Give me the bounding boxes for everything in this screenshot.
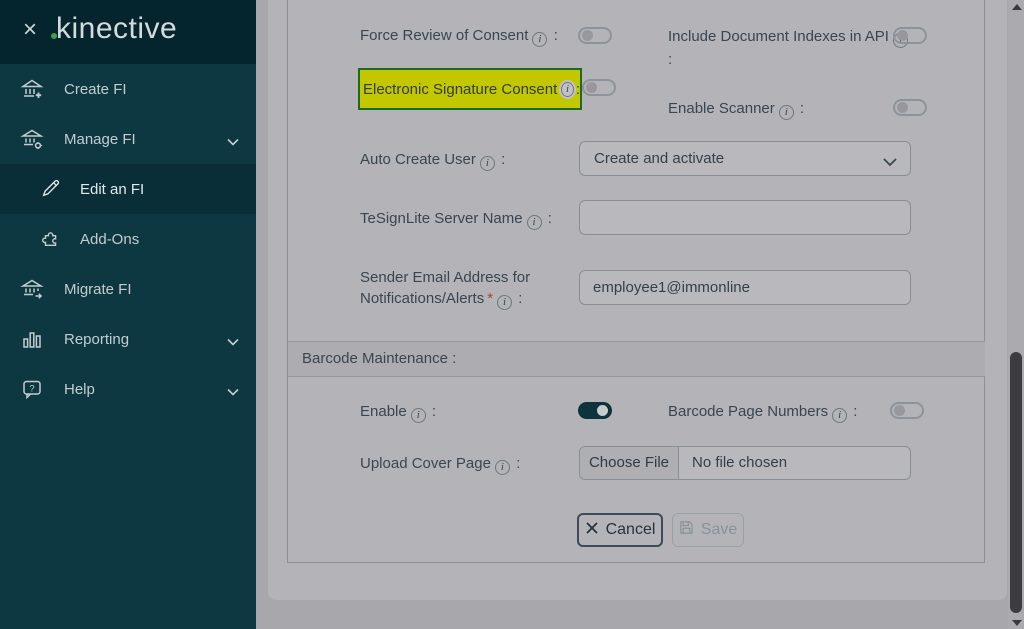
sidebar-item-help[interactable]: ? Help (0, 364, 256, 414)
bar-chart-icon (20, 327, 44, 351)
sidebar-item-label: Reporting (64, 331, 130, 348)
sidebar-item-label: Migrate FI (64, 281, 132, 298)
info-icon[interactable]: i (526, 215, 542, 230)
chevron-down-icon (226, 134, 240, 146)
force-review-label: Force Review of Consent i : (360, 27, 558, 47)
tesignlite-input[interactable] (579, 200, 911, 235)
include-doc-indexes-toggle[interactable] (893, 27, 927, 44)
file-status-text: No file chosen (692, 454, 788, 471)
include-doc-indexes-colon: : (668, 51, 673, 68)
esign-consent-toggle[interactable] (582, 79, 616, 96)
sidebar-item-label: Manage FI (64, 131, 136, 148)
info-icon[interactable]: i (532, 32, 548, 47)
info-icon[interactable]: i (832, 408, 848, 423)
help-bubble-icon: ? (20, 377, 44, 401)
barcode-enable-toggle[interactable] (578, 402, 612, 419)
esign-consent-highlight: Electronic Signature Consent i : (358, 68, 582, 110)
toggle-knob (894, 405, 905, 416)
close-icon[interactable]: × (18, 18, 42, 42)
puzzle-icon (40, 227, 64, 251)
info-icon[interactable]: i (561, 81, 574, 97)
info-icon[interactable]: i (479, 156, 495, 171)
toggle-knob (897, 102, 908, 113)
sender-email-input[interactable] (579, 270, 911, 305)
sidebar-item-label: Help (64, 381, 95, 398)
barcode-page-numbers-toggle[interactable] (890, 402, 924, 419)
chevron-down-icon (882, 154, 898, 167)
sidebar-item-add-ons[interactable]: Add-Ons (0, 214, 256, 264)
bank-arrow-icon (20, 277, 44, 301)
section-title: Barcode Maintenance : (302, 350, 457, 367)
esign-consent-label: Electronic Signature Consent (363, 80, 558, 98)
selected-value: Create and activate (594, 150, 725, 167)
save-disk-icon (679, 520, 694, 540)
toggle-knob (597, 405, 608, 416)
sidebar-item-manage-fi[interactable]: Manage FI (0, 114, 256, 164)
upload-cover-page-label: Upload Cover Page i : (360, 455, 521, 475)
enable-scanner-label: Enable Scanner i : (668, 100, 805, 120)
info-icon[interactable]: i (778, 105, 794, 120)
auto-create-user-label: Auto Create User i : (360, 151, 506, 171)
info-icon[interactable]: i (494, 460, 510, 475)
auto-create-user-select[interactable]: Create and activate (579, 141, 911, 176)
scroll-up-icon[interactable] (1012, 4, 1022, 10)
choose-file-button[interactable]: Choose File (580, 447, 679, 479)
barcode-enable-label: Enable i : (360, 403, 437, 423)
close-icon (585, 521, 599, 540)
save-button[interactable]: Save (672, 513, 744, 547)
required-asterisk: * (487, 290, 494, 307)
chevron-down-icon (226, 334, 240, 346)
info-icon[interactable]: i (410, 408, 426, 423)
include-doc-indexes-label: Include Document Indexes in APIi (668, 28, 910, 48)
logo-green-dot-icon (51, 33, 57, 39)
sidebar-item-label: Add-Ons (80, 231, 140, 248)
sidebar-item-edit-an-fi[interactable]: Edit an FI (0, 164, 256, 214)
scrollbar-thumb[interactable] (1010, 352, 1022, 613)
pencil-icon (40, 177, 64, 201)
cancel-button[interactable]: Cancel (577, 513, 663, 547)
info-icon[interactable]: i (497, 295, 513, 310)
force-review-toggle[interactable] (578, 27, 612, 44)
upload-cover-file-input: Choose File No file chosen (579, 446, 911, 480)
barcode-maintenance-section-header: Barcode Maintenance : (288, 341, 985, 377)
sidebar-item-migrate-fi[interactable]: Migrate FI (0, 264, 256, 314)
toggle-knob (897, 30, 908, 41)
bank-gear-icon (20, 127, 44, 151)
logo: kinective (56, 12, 178, 45)
sidebar-item-reporting[interactable]: Reporting (0, 314, 256, 364)
enable-scanner-toggle[interactable] (893, 99, 927, 116)
bank-plus-icon (20, 77, 44, 101)
tesignlite-label: TeSignLite Server Name i : (360, 210, 552, 230)
app-root: × kinective Create FI Manage FI Edit an … (0, 0, 1024, 629)
sidebar-header: × kinective (0, 0, 256, 64)
scroll-down-icon[interactable] (1012, 620, 1022, 626)
sender-email-label-line1: Sender Email Address for (360, 269, 531, 286)
barcode-page-numbers-label: Barcode Page Numbers i : (668, 403, 858, 423)
sidebar-item-label: Create FI (64, 81, 127, 98)
svg-text:?: ? (29, 383, 34, 394)
chevron-down-icon (226, 384, 240, 396)
sender-email-label-line2: Notifications/Alerts * i : (360, 290, 523, 310)
sidebar: × kinective Create FI Manage FI Edit an … (0, 0, 256, 629)
sidebar-item-create-fi[interactable]: Create FI (0, 64, 256, 114)
toggle-knob (582, 30, 593, 41)
toggle-knob (586, 82, 597, 93)
sidebar-item-label: Edit an FI (80, 181, 145, 198)
